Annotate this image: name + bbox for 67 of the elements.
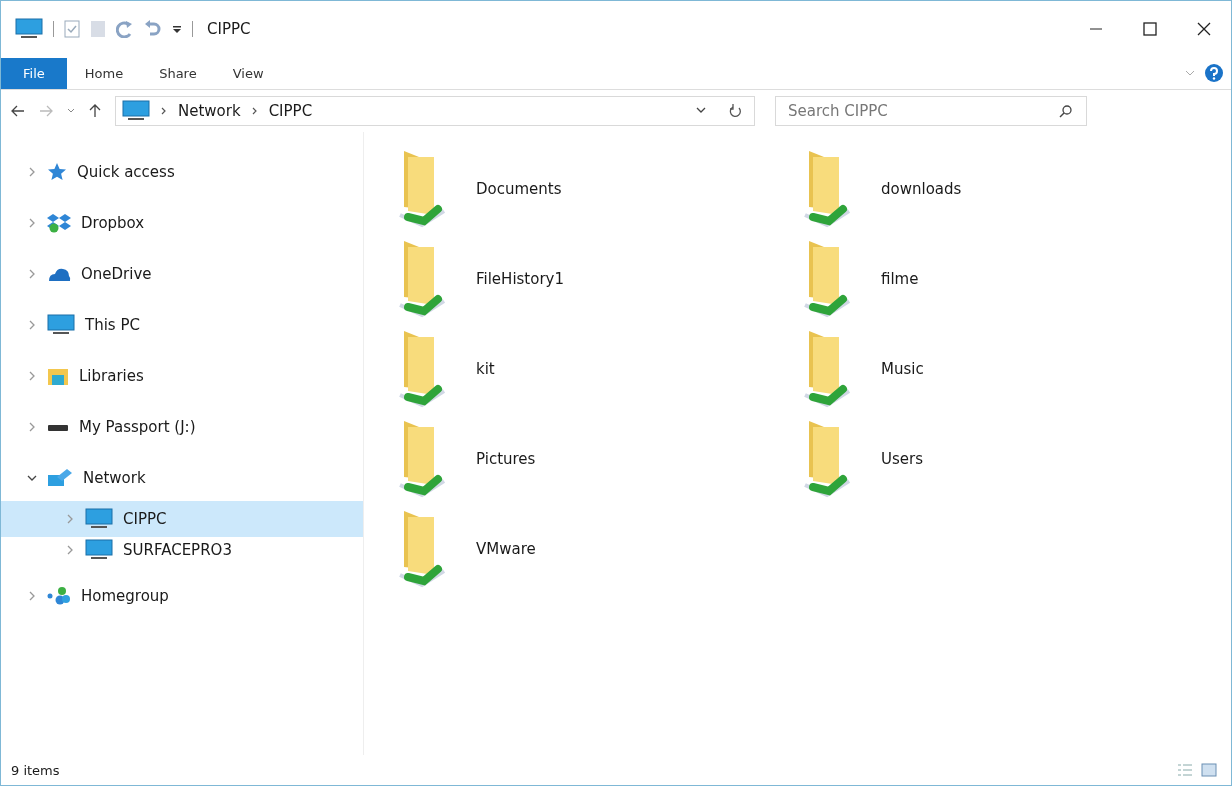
nav-icon	[47, 162, 67, 182]
nav-item[interactable]: Homegroup	[1, 578, 363, 614]
nav-icon	[47, 213, 71, 233]
nav-icon	[47, 422, 69, 432]
expanded-chevron-icon[interactable]	[27, 473, 37, 483]
folder-name[interactable]: Music	[881, 360, 924, 378]
computer-icon	[15, 18, 43, 40]
folder-name[interactable]: VMware	[476, 540, 536, 558]
breadcrumb-separator-icon	[160, 106, 168, 116]
nav-icon	[47, 586, 71, 606]
collapsed-chevron-icon[interactable]	[27, 218, 37, 228]
recent-dropdown-icon[interactable]	[67, 108, 75, 114]
details-view-icon[interactable]	[1177, 763, 1193, 777]
nav-icon	[47, 366, 69, 386]
address-bar[interactable]: Network CIPPC	[115, 96, 755, 126]
nav-item[interactable]: CIPPC	[1, 501, 363, 537]
nav-item[interactable]: Quick access	[1, 154, 363, 190]
ribbon-tab[interactable]: Share	[141, 58, 215, 88]
folder-name[interactable]: Pictures	[476, 450, 536, 468]
breadcrumb-separator-icon	[250, 106, 259, 116]
nav-item[interactable]: Dropbox	[1, 205, 363, 241]
collapsed-chevron-icon[interactable]	[27, 422, 37, 432]
expand-ribbon-icon[interactable]	[1185, 69, 1195, 77]
nav-item[interactable]: Libraries	[1, 358, 363, 394]
ribbon-tab[interactable]: File	[1, 57, 67, 89]
up-arrow-icon[interactable]	[89, 104, 101, 118]
nav-icon	[85, 508, 113, 530]
window-title: CIPPC	[207, 20, 251, 38]
ribbon-tab[interactable]: Home	[66, 58, 142, 88]
collapsed-chevron-icon[interactable]	[27, 371, 37, 381]
collapsed-chevron-icon[interactable]	[27, 167, 37, 177]
collapsed-chevron-icon[interactable]	[27, 320, 37, 330]
collapsed-chevron-icon[interactable]	[27, 269, 37, 279]
back-arrow-icon[interactable]	[11, 105, 25, 117]
nav-icon	[85, 539, 113, 561]
maximize-icon[interactable]	[1143, 22, 1157, 36]
folder-name[interactable]: downloads	[881, 180, 962, 198]
breadcrumb[interactable]: Network	[178, 102, 241, 120]
search-field[interactable]: Search CIPPC	[775, 96, 1087, 126]
help-icon[interactable]	[1205, 64, 1223, 82]
folder-name[interactable]: FileHistory1	[476, 270, 564, 288]
undo-icon[interactable]	[144, 20, 162, 38]
close-icon[interactable]	[1197, 22, 1211, 36]
nav-item[interactable]: Network	[1, 460, 363, 496]
customize-dropdown-icon[interactable]	[172, 24, 182, 34]
computer-icon	[122, 100, 150, 122]
folder-name[interactable]: filme	[881, 270, 919, 288]
item-count: 9 items	[11, 762, 60, 778]
nav-icon	[47, 266, 71, 282]
nav-item[interactable]: OneDrive	[1, 256, 363, 292]
folder-name[interactable]: Users	[881, 450, 923, 468]
folder-name[interactable]: kit	[476, 360, 495, 378]
folder-name[interactable]: Documents	[476, 180, 562, 198]
forward-arrow-icon[interactable]	[39, 105, 53, 117]
nav-icon	[47, 467, 73, 489]
large-icons-view-icon[interactable]	[1201, 763, 1217, 777]
ribbon-tab[interactable]: View	[214, 58, 282, 88]
redo-icon[interactable]	[116, 20, 134, 38]
breadcrumb[interactable]: CIPPC	[268, 102, 313, 120]
nav-item[interactable]: This PC	[1, 307, 363, 343]
properties-icon[interactable]	[64, 20, 80, 38]
nav-item[interactable]: My Passport (J:)	[1, 409, 363, 445]
search-icon	[1059, 104, 1073, 118]
nav-icon	[47, 314, 75, 336]
collapsed-chevron-icon[interactable]	[65, 545, 75, 555]
collapsed-chevron-icon[interactable]	[27, 591, 37, 601]
collapsed-chevron-icon[interactable]	[65, 514, 75, 524]
